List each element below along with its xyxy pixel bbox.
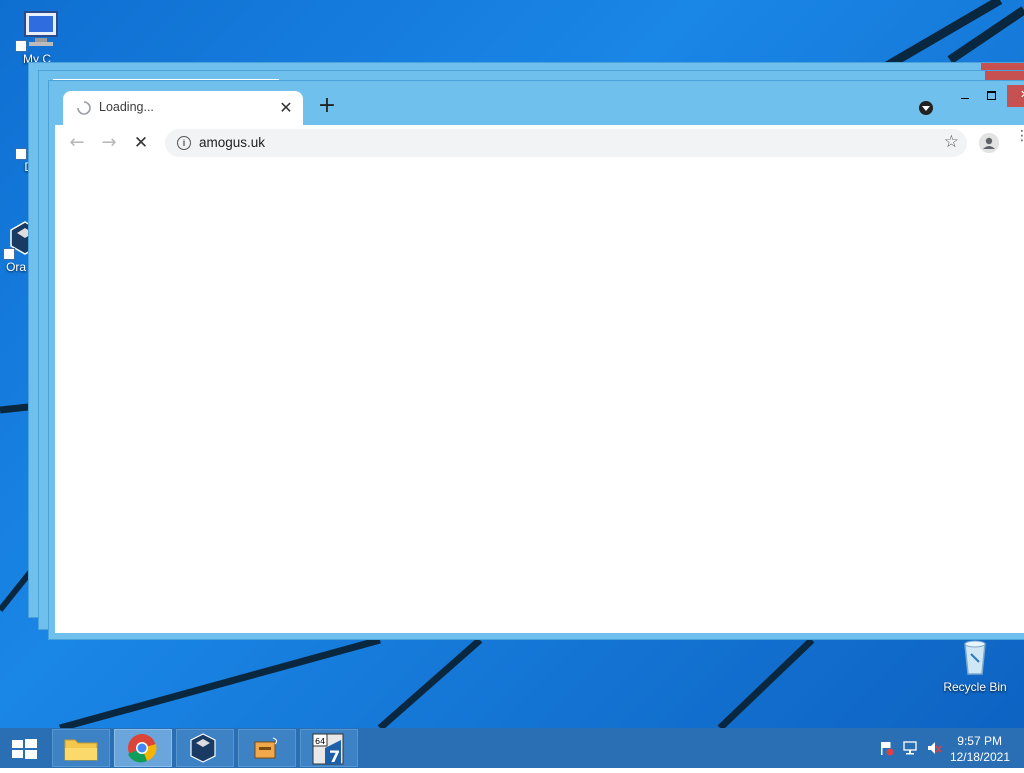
taskbar-seven-zip[interactable]: 64 7 [300,729,358,767]
tab-strip: Loading... ✕ + [55,85,1024,125]
info-icon[interactable]: i [177,136,191,150]
computer-icon [15,10,58,52]
desktop: My C Data Ora Vir [0,0,1024,728]
toolbox-icon [254,737,278,759]
tab-search-icon[interactable] [919,101,933,115]
forward-arrow-icon[interactable]: → [97,131,121,155]
back-arrow-icon[interactable]: ← [65,131,89,155]
page-content[interactable] [55,161,1024,633]
stop-loading-icon[interactable]: ✕ [129,131,153,155]
virtualbox-icon [190,733,216,763]
svg-text:7: 7 [329,747,340,766]
clock-time[interactable]: 9:57 PM [957,734,1002,748]
new-tab-button[interactable]: + [315,95,339,119]
loading-spinner-icon [77,101,91,115]
desktop-icon-recycle-bin[interactable]: Recycle Bin [940,638,1010,695]
svg-text:64: 64 [315,737,325,746]
taskbar-virtualbox[interactable] [176,729,234,767]
minimize-button[interactable] [955,85,977,107]
address-bar[interactable]: i amogus.uk ☆ [165,129,967,157]
recycle-bin-icon [955,638,995,678]
browser-menu-icon[interactable]: ⋮ [1015,129,1024,151]
network-icon[interactable] [902,740,918,756]
browser-toolbar: ← → ✕ i amogus.uk ☆ ⋮ [55,125,1024,161]
windows-logo-icon [12,739,37,759]
chrome-icon [128,734,157,763]
desktop-icon-my-computer[interactable]: My C [2,10,72,67]
profile-avatar-icon[interactable] [979,133,999,153]
browser-window[interactable]: Loading... ✕ + ← → ✕ i amogus.uk ☆ [48,80,1024,640]
system-tray: 9:57 PM 12/18/2021 [864,728,1024,768]
url-text[interactable]: amogus.uk [199,135,265,150]
tab-close-icon[interactable]: ✕ [277,99,295,117]
tab-active[interactable]: Loading... ✕ [63,91,303,125]
taskbar-chrome[interactable] [114,729,172,767]
tab-title: Loading... [99,100,154,114]
taskbar-app[interactable] [238,729,296,767]
action-center-flag-icon[interactable] [878,740,894,756]
desktop-icon-label: Recycle Bin [943,680,1007,694]
volume-muted-icon[interactable] [926,740,942,756]
start-button[interactable] [0,728,48,768]
close-button[interactable] [1007,85,1024,107]
taskbar-file-explorer[interactable] [52,729,110,767]
clock-date[interactable]: 12/18/2021 [950,750,1010,764]
bookmark-star-icon[interactable]: ☆ [944,132,959,152]
seven-zip-icon: 64 7 [312,733,344,766]
maximize-button[interactable] [981,85,1003,107]
folder-icon [64,739,98,761]
taskbar: 64 7 9:57 PM 12/18/2021 [0,728,1024,768]
